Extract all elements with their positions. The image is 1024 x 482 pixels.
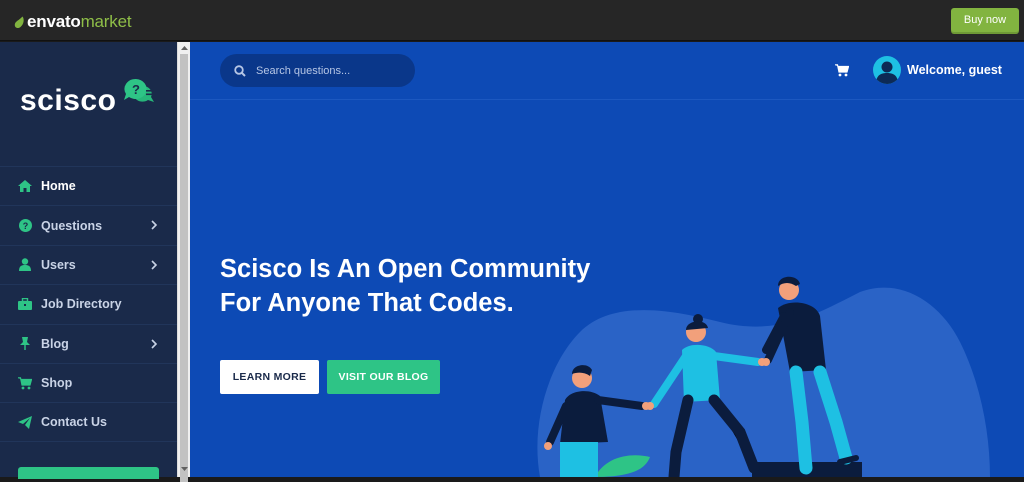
sidebar-item-label: Users <box>41 257 76 272</box>
envato-leaf-icon <box>14 16 24 28</box>
sidebar-item-label: Blog <box>41 336 69 351</box>
sidebar-nav: Home ? Questions Users Job Directory Blo… <box>0 166 177 442</box>
sidebar-scrollbar[interactable] <box>177 42 190 482</box>
briefcase-icon <box>18 297 32 311</box>
svg-text:?: ? <box>22 221 28 231</box>
chevron-right-icon <box>151 220 158 230</box>
envato-market-logo[interactable]: envato market <box>14 12 132 32</box>
brand-name: scisco <box>20 84 117 117</box>
learn-more-button[interactable]: LEARN MORE <box>220 360 319 394</box>
hero-illustration <box>537 276 990 477</box>
question-circle-icon: ? <box>18 219 32 233</box>
search-icon <box>234 64 246 77</box>
sidebar-item-blog[interactable]: Blog <box>0 323 177 363</box>
home-icon <box>18 179 32 193</box>
user-icon <box>18 258 32 272</box>
sidebar-item-users[interactable]: Users <box>0 244 177 284</box>
sidebar-item-shop[interactable]: Shop <box>0 362 177 402</box>
sidebar-item-home[interactable]: Home <box>0 166 177 205</box>
market-logo-text: market <box>80 12 132 31</box>
header-bar: Search questions... Welcome, guest <box>190 42 1024 100</box>
scroll-down-arrow-icon[interactable] <box>180 465 189 473</box>
search-input[interactable]: Search questions... <box>220 54 415 87</box>
main-content: Search questions... Welcome, guest Scisc… <box>190 42 1024 477</box>
chevron-right-icon <box>151 260 158 270</box>
pin-icon <box>18 337 32 351</box>
sidebar-item-label: Job Directory <box>41 297 122 312</box>
sidebar-cta-button[interactable] <box>18 467 159 479</box>
avatar[interactable] <box>873 56 901 84</box>
search-placeholder: Search questions... <box>256 64 351 77</box>
cart-icon[interactable] <box>835 64 849 77</box>
visit-blog-button[interactable]: VISIT OUR BLOG <box>327 360 440 394</box>
sidebar: scisco ? Home ? Questions Users Job Dire… <box>0 42 177 479</box>
sidebar-item-label: Shop <box>41 376 73 391</box>
sidebar-item-questions[interactable]: ? Questions <box>0 205 177 244</box>
background-blob <box>537 287 990 477</box>
buy-now-button[interactable]: Buy now <box>951 8 1019 32</box>
paper-plane-icon <box>18 415 32 429</box>
sidebar-item-job-directory[interactable]: Job Directory <box>0 284 177 323</box>
scroll-up-arrow-icon[interactable] <box>180 44 189 52</box>
scrollbar-thumb[interactable] <box>180 54 188 482</box>
sidebar-item-label: Questions <box>41 218 103 233</box>
sidebar-item-label: Home <box>41 179 76 194</box>
user-avatar-icon <box>876 61 898 84</box>
site-logo[interactable]: scisco ? <box>20 78 154 118</box>
envato-top-bar: envato market Buy now <box>0 0 1024 41</box>
chat-question-icon: ? <box>124 78 154 102</box>
sidebar-item-label: Contact Us <box>41 415 107 430</box>
envato-logo-text: envato <box>27 12 81 31</box>
cart-icon <box>18 376 32 390</box>
welcome-text[interactable]: Welcome, guest <box>907 63 1002 77</box>
svg-text:?: ? <box>132 82 140 97</box>
sidebar-item-contact-us[interactable]: Contact Us <box>0 402 177 442</box>
chevron-right-icon <box>151 338 158 349</box>
